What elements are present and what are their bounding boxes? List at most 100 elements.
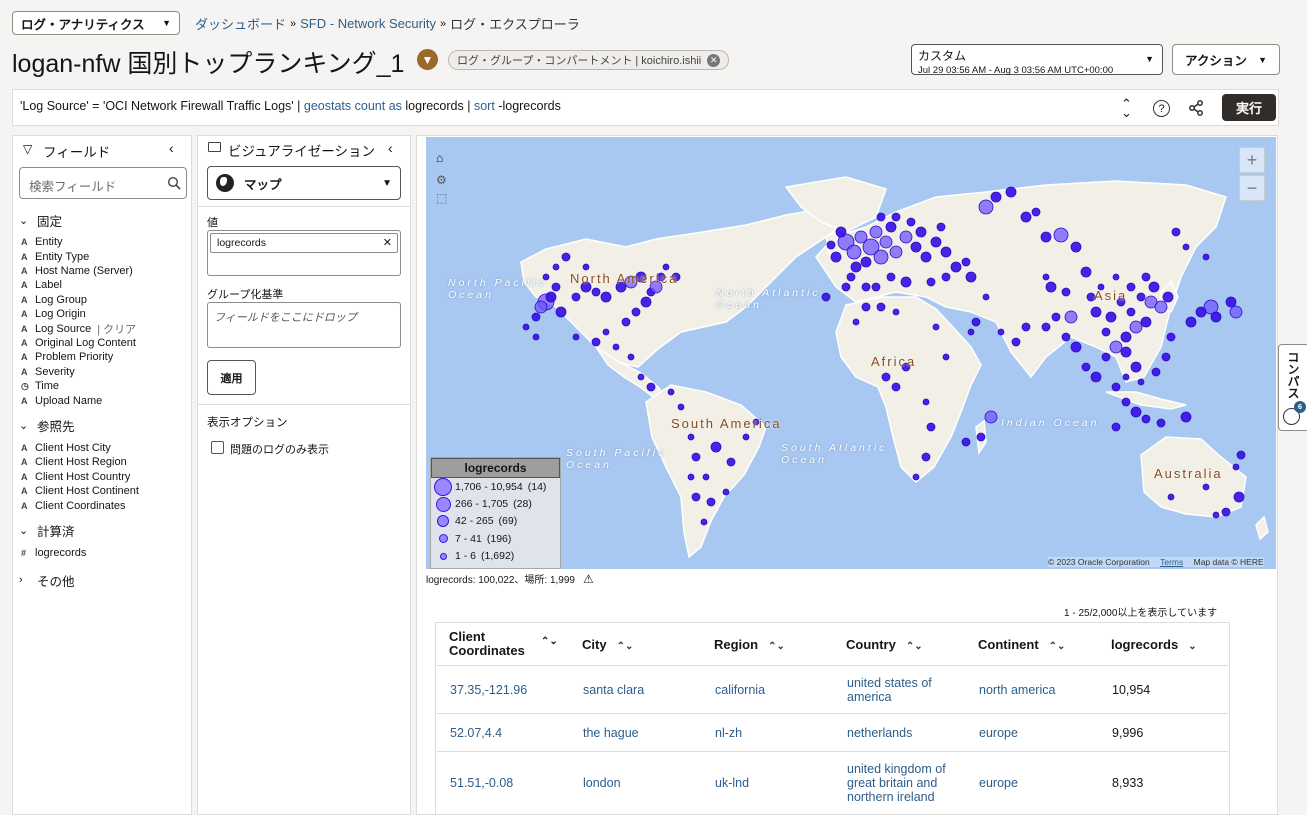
col-header-continent[interactable]: Continent ⌃⌄ xyxy=(978,637,1065,652)
map-marker[interactable] xyxy=(899,230,913,244)
zoom-in-button[interactable]: + xyxy=(1239,147,1265,173)
map-marker[interactable] xyxy=(1130,361,1142,373)
viz-type-select[interactable]: マップ ▼ xyxy=(207,166,401,200)
map-marker[interactable] xyxy=(860,256,872,268)
map-marker[interactable] xyxy=(1105,311,1117,323)
table-cell-coords[interactable]: 37.35,-121.96 xyxy=(450,683,550,697)
map-marker[interactable] xyxy=(637,373,645,381)
map-marker[interactable] xyxy=(612,343,620,351)
map-marker[interactable] xyxy=(1130,406,1142,418)
map-marker[interactable] xyxy=(876,302,886,312)
map-marker[interactable] xyxy=(936,222,946,232)
field-item[interactable]: A Original Log Content xyxy=(21,336,136,351)
map-marker[interactable] xyxy=(1101,327,1111,337)
map-marker[interactable] xyxy=(582,263,590,271)
map-marker[interactable] xyxy=(967,328,975,336)
table-cell-continent[interactable]: north america xyxy=(979,683,1099,697)
map-marker[interactable] xyxy=(667,388,675,396)
field-section[interactable]: ⌄ 計算済 xyxy=(19,522,75,540)
field-item[interactable]: A Log Origin xyxy=(21,307,86,322)
field-item[interactable]: A Entity Type xyxy=(21,249,89,264)
field-item[interactable]: A Entity xyxy=(21,235,63,250)
compass-tab[interactable]: コンパス 6 xyxy=(1278,344,1307,431)
close-icon[interactable]: ✕ xyxy=(707,53,721,67)
map-marker[interactable] xyxy=(965,271,977,283)
map-marker[interactable] xyxy=(876,212,886,222)
map-marker[interactable] xyxy=(600,291,612,303)
fields-search-input[interactable]: 検索フィールド xyxy=(19,167,187,199)
field-item[interactable]: A Client Host Region xyxy=(21,455,127,470)
actions-button[interactable]: アクション ▼ xyxy=(1172,44,1280,75)
map-marker[interactable] xyxy=(982,293,990,301)
field-item[interactable]: A Host Name (Server) xyxy=(21,264,133,279)
map-marker[interactable] xyxy=(886,272,896,282)
map-marker[interactable] xyxy=(941,272,951,282)
map-marker[interactable] xyxy=(726,457,736,467)
map-marker[interactable] xyxy=(1120,346,1132,358)
map-marker[interactable] xyxy=(910,241,922,253)
map-marker[interactable] xyxy=(1112,273,1120,281)
map-marker[interactable] xyxy=(532,333,540,341)
map-marker[interactable] xyxy=(1221,507,1231,517)
map-marker[interactable] xyxy=(1051,312,1061,322)
map-marker[interactable] xyxy=(591,287,601,297)
col-header-coords[interactable]: Client Coordinates ⌃⌄ xyxy=(449,630,558,658)
field-item[interactable]: A Severity xyxy=(21,365,75,380)
map-marker[interactable] xyxy=(1111,382,1121,392)
map-marker[interactable] xyxy=(1081,362,1091,372)
collapse-panel-icon[interactable]: ‹ xyxy=(169,140,174,156)
table-cell-region[interactable]: uk-lnd xyxy=(715,776,835,790)
remove-icon[interactable]: ✕ xyxy=(383,236,392,249)
map-marker[interactable] xyxy=(1061,287,1071,297)
map-marker[interactable] xyxy=(677,403,685,411)
field-section-other[interactable]: › その他 xyxy=(19,571,75,589)
col-header-country[interactable]: Country ⌃⌄ xyxy=(846,637,923,652)
table-row[interactable]: 51.51,-0.08 london uk-lnd united kingdom of… xyxy=(437,751,1228,813)
map-marker[interactable] xyxy=(984,410,998,424)
map-marker[interactable] xyxy=(1090,371,1102,383)
map-marker[interactable] xyxy=(1021,322,1031,332)
map-marker[interactable] xyxy=(1061,332,1071,342)
map-marker[interactable] xyxy=(1182,243,1190,251)
map-marker[interactable] xyxy=(961,437,971,447)
clear-link[interactable]: | クリア xyxy=(97,321,136,337)
map-marker[interactable] xyxy=(830,251,842,263)
map-marker[interactable] xyxy=(621,317,631,327)
map-marker[interactable] xyxy=(1042,273,1050,281)
map-marker[interactable] xyxy=(873,249,889,265)
field-item[interactable]: A Upload Name xyxy=(21,393,102,408)
map-marker[interactable] xyxy=(1156,418,1166,428)
map[interactable]: ⌂ ⚙ ⬚ + − North America North Pacific Oce… xyxy=(426,137,1276,569)
map-marker[interactable] xyxy=(915,226,927,238)
map-marker[interactable] xyxy=(881,372,891,382)
map-marker[interactable] xyxy=(978,199,994,215)
terms-link[interactable]: Terms xyxy=(1160,557,1183,567)
map-marker[interactable] xyxy=(926,422,936,432)
map-marker[interactable] xyxy=(1180,411,1192,423)
map-marker[interactable] xyxy=(1031,207,1041,217)
field-item[interactable]: # logrecords xyxy=(21,546,86,561)
map-marker[interactable] xyxy=(552,263,560,271)
map-marker[interactable] xyxy=(1126,307,1136,317)
map-marker[interactable] xyxy=(852,318,860,326)
map-marker[interactable] xyxy=(932,323,940,331)
map-marker[interactable] xyxy=(1122,373,1130,381)
field-section[interactable]: ⌄ 参照先 xyxy=(19,417,75,435)
map-marker[interactable] xyxy=(1005,186,1017,198)
apply-button[interactable]: 適用 xyxy=(207,360,256,395)
breadcrumb-dashboard[interactable]: SFD - Network Security xyxy=(300,16,436,31)
map-marker[interactable] xyxy=(706,497,716,507)
map-marker[interactable] xyxy=(835,226,847,238)
map-marker[interactable] xyxy=(1212,511,1220,519)
share-icon[interactable] xyxy=(1188,100,1204,116)
field-item[interactable]: A Problem Priority xyxy=(21,350,113,365)
table-cell-coords[interactable]: 52.07,4.4 xyxy=(450,726,550,740)
time-range-selector[interactable]: カスタム Jul 29 03:56 AM - Aug 3 03:56 AM UT… xyxy=(911,44,1163,76)
map-marker[interactable] xyxy=(1141,272,1151,282)
map-marker[interactable] xyxy=(640,296,652,308)
field-item[interactable]: A Label xyxy=(21,278,62,293)
table-cell-country[interactable]: netherlands xyxy=(847,726,959,740)
map-marker[interactable] xyxy=(700,518,708,526)
app-selector[interactable]: ログ・アナリティクス ▼ xyxy=(12,11,180,35)
map-marker[interactable] xyxy=(1020,211,1032,223)
